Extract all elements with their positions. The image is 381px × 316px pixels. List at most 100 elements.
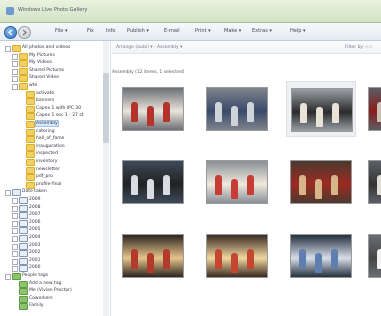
toolbar-help[interactable]: Help ▾ <box>290 28 306 34</box>
photo-thumbnail[interactable] <box>118 228 186 282</box>
folder-icon <box>19 83 28 90</box>
folder-icon <box>26 128 35 136</box>
toolbar-publish[interactable]: Publish ▾ <box>127 28 149 34</box>
back-arrow-icon <box>8 29 13 36</box>
expand-toggle-icon[interactable] <box>5 46 11 52</box>
photo-image <box>290 160 352 204</box>
photo-image <box>368 160 381 204</box>
photo-thumbnail[interactable] <box>118 81 186 135</box>
folder-icon <box>26 113 35 121</box>
expand-toggle-icon[interactable] <box>12 228 18 235</box>
toolbar-email[interactable]: E-mail <box>164 28 180 34</box>
photo-thumbnail[interactable] <box>286 81 356 137</box>
folder-icon <box>19 67 28 75</box>
sidebar-item-label: 2004 <box>29 235 41 240</box>
photo-figure <box>163 249 170 269</box>
forward-button[interactable] <box>18 26 31 39</box>
photo-gallery-window: Windows Live Photo Gallery File ▾ Fix In… <box>0 0 381 316</box>
sidebar-item-label: banners <box>36 98 55 104</box>
photo-figure <box>316 107 323 127</box>
rating-filter[interactable]: Filter by ☆☆ <box>345 45 373 50</box>
photo-figure <box>147 106 154 126</box>
tag-icon <box>19 280 28 288</box>
photo-figure <box>131 102 138 122</box>
expand-toggle-icon[interactable] <box>12 266 18 273</box>
expand-toggle-icon[interactable] <box>5 190 11 197</box>
photo-figure <box>147 179 154 199</box>
photo-thumbnail[interactable] <box>286 228 354 282</box>
calendar-icon <box>19 250 28 258</box>
sidebar-item-label: 2001 <box>29 257 41 263</box>
back-button[interactable] <box>4 26 17 39</box>
expand-toggle-icon[interactable] <box>5 274 11 280</box>
expand-toggle-icon[interactable] <box>12 68 18 75</box>
expand-toggle-icon[interactable] <box>12 258 18 265</box>
photo-figure <box>299 249 306 269</box>
calendar-icon <box>19 242 28 250</box>
scrollbar-thumb[interactable] <box>103 73 109 143</box>
sidebar-item-family[interactable]: Family <box>0 303 102 311</box>
sidebar-item-label: Shared Video <box>29 75 59 81</box>
photo-image <box>206 160 268 204</box>
sidebar-item-label: Coworkers <box>29 295 53 301</box>
folder-icon <box>19 75 28 83</box>
photo-figure <box>377 102 381 122</box>
sidebar-item-label: 2003 <box>29 242 41 248</box>
sidebar-item-label: 2005 <box>29 227 41 233</box>
toolbar-fix[interactable]: Fix <box>87 28 94 34</box>
sidebar-item-label: catering <box>36 128 55 134</box>
expand-toggle-icon[interactable] <box>12 84 18 90</box>
photo-thumbnail[interactable] <box>286 154 354 208</box>
photo-figure <box>231 106 238 126</box>
expand-toggle-icon[interactable] <box>12 213 18 220</box>
sidebar-item-label: My Pictures <box>29 52 55 58</box>
calendar-icon <box>19 212 28 220</box>
expand-toggle-icon[interactable] <box>12 53 18 60</box>
sidebar-item-label: Add a new tag <box>29 280 62 286</box>
folder-icon <box>12 45 21 52</box>
sidebar-item-label: hall_of_fame <box>36 136 65 142</box>
toolbar-print[interactable]: Print ▾ <box>195 28 211 34</box>
photo-thumbnail[interactable] <box>364 81 381 135</box>
folder-icon <box>26 136 35 144</box>
folder-icon <box>26 174 35 182</box>
photo-figure <box>377 249 381 269</box>
sidebar-item-label: Date taken <box>22 189 47 195</box>
folder-icon <box>26 143 35 151</box>
photo-figure <box>315 253 322 273</box>
expand-toggle-icon[interactable] <box>12 243 18 250</box>
forward-arrow-icon <box>22 29 27 36</box>
photo-thumbnail[interactable] <box>364 154 381 208</box>
photo-image <box>290 234 352 278</box>
photo-figure <box>300 103 307 123</box>
arrange-dropdown[interactable]: Arrange (auto) ▾ · Assembly ▾ <box>116 45 182 50</box>
photo-thumbnail[interactable] <box>364 228 381 282</box>
tag-icon <box>12 273 21 280</box>
tag-icon <box>19 288 28 296</box>
expand-toggle-icon[interactable] <box>12 76 18 83</box>
photo-thumbnail[interactable] <box>202 81 270 135</box>
calendar-icon <box>19 219 28 227</box>
toolbar-file[interactable]: File ▾ <box>55 28 67 34</box>
expand-toggle-icon[interactable] <box>12 198 18 204</box>
folder-icon <box>26 159 35 166</box>
photo-thumbnail[interactable] <box>202 228 270 282</box>
photo-image <box>291 88 353 132</box>
sidebar-scrollbar[interactable] <box>103 41 109 316</box>
folder-icon <box>26 166 35 174</box>
photo-thumbnail[interactable] <box>118 154 186 208</box>
sidebar-item-label: 2002 <box>29 250 41 256</box>
expand-toggle-icon[interactable] <box>12 236 18 242</box>
photo-thumbnail[interactable] <box>202 154 270 208</box>
toolbar-extras[interactable]: Extras ▾ <box>252 28 272 34</box>
toolbar-info[interactable]: Info <box>106 28 115 34</box>
expand-toggle-icon[interactable] <box>12 220 18 227</box>
photo-figure <box>163 102 170 122</box>
expand-toggle-icon[interactable] <box>12 61 18 68</box>
arrange-bar: Arrange (auto) ▾ · Assembly ▾ Filter by … <box>112 41 381 54</box>
expand-toggle-icon[interactable] <box>12 251 18 258</box>
sidebar-item-label: Family <box>29 303 44 309</box>
folder-icon <box>19 52 28 60</box>
toolbar-make[interactable]: Make ▾ <box>224 28 241 34</box>
expand-toggle-icon[interactable] <box>12 205 18 212</box>
